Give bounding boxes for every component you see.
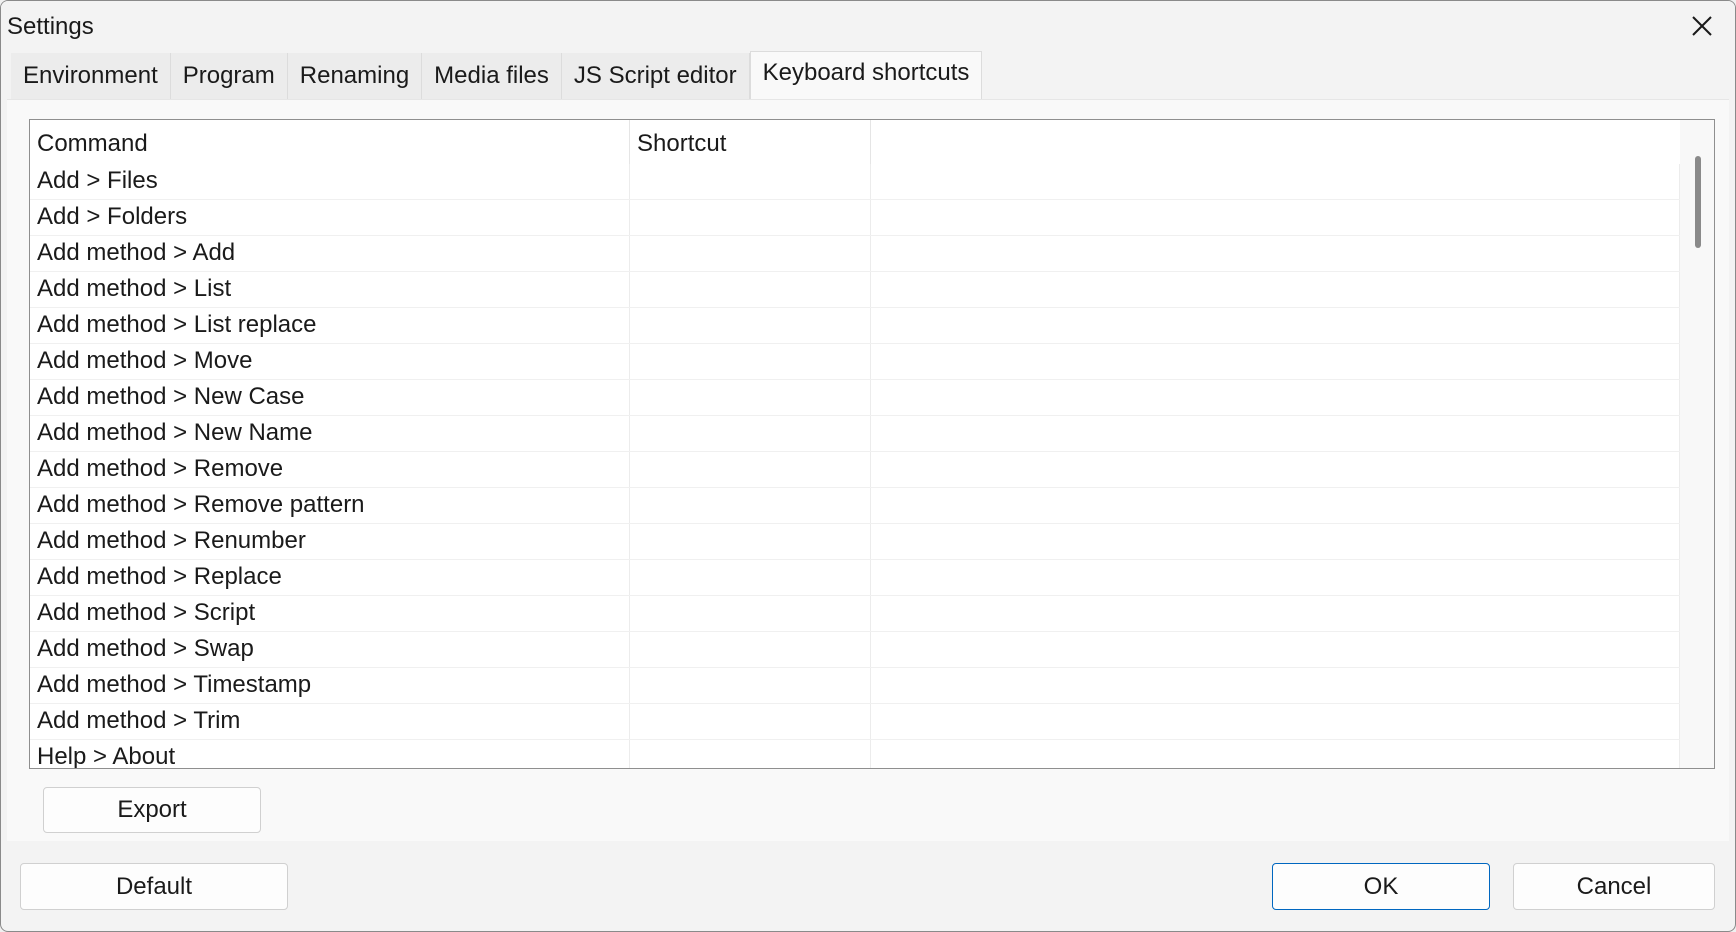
table-row[interactable]: Add method > Trim: [30, 704, 1680, 740]
vertical-scrollbar[interactable]: [1680, 120, 1714, 768]
empty-cell: [871, 200, 1680, 235]
empty-cell: [871, 488, 1680, 523]
table-row[interactable]: Add method > Remove: [30, 452, 1680, 488]
table-row[interactable]: Add method > Add: [30, 236, 1680, 272]
table-row[interactable]: Add method > Replace: [30, 560, 1680, 596]
table-row[interactable]: Add method > Script: [30, 596, 1680, 632]
shortcut-cell[interactable]: [630, 308, 871, 343]
table-row[interactable]: Help > About: [30, 740, 1680, 768]
shortcut-cell[interactable]: [630, 488, 871, 523]
ok-button[interactable]: OK: [1272, 863, 1490, 910]
empty-cell: [871, 164, 1680, 199]
table-row[interactable]: Add method > Swap: [30, 632, 1680, 668]
table-row[interactable]: Add > Files: [30, 164, 1680, 200]
title-bar: Settings: [1, 1, 1735, 51]
empty-cell: [871, 704, 1680, 739]
table-row[interactable]: Add method > List replace: [30, 308, 1680, 344]
empty-cell: [871, 452, 1680, 487]
shortcut-cell[interactable]: [630, 560, 871, 595]
shortcut-cell[interactable]: [630, 380, 871, 415]
tab-strip: Environment Program Renaming Media files…: [11, 51, 983, 99]
table-row[interactable]: Add method > New Name: [30, 416, 1680, 452]
shortcut-cell[interactable]: [630, 524, 871, 559]
column-header-shortcut[interactable]: Shortcut: [630, 120, 871, 164]
command-cell: Add > Files: [30, 164, 630, 199]
command-cell: Add > Folders: [30, 200, 630, 235]
shortcut-cell[interactable]: [630, 668, 871, 703]
empty-cell: [871, 740, 1680, 768]
empty-cell: [871, 380, 1680, 415]
command-cell: Add method > New Case: [30, 380, 630, 415]
empty-cell: [871, 632, 1680, 667]
shortcut-cell[interactable]: [630, 344, 871, 379]
command-cell: Add method > List replace: [30, 308, 630, 343]
tab-keyboard-shortcuts[interactable]: Keyboard shortcuts: [749, 51, 983, 99]
shortcut-cell[interactable]: [630, 596, 871, 631]
table-row[interactable]: Add method > Move: [30, 344, 1680, 380]
tab-media-files[interactable]: Media files: [422, 53, 562, 99]
column-header-row: Command Shortcut: [30, 120, 1680, 164]
empty-cell: [871, 344, 1680, 379]
table-rows: Add > Files Add > Folders Add method > Add…: [30, 164, 1680, 768]
table-row[interactable]: Add method > Remove pattern: [30, 488, 1680, 524]
window-title: Settings: [7, 13, 94, 40]
column-header-command[interactable]: Command: [30, 120, 630, 164]
scrollbar-thumb[interactable]: [1695, 156, 1701, 248]
empty-cell: [871, 308, 1680, 343]
column-header-empty: [871, 120, 1680, 164]
close-icon: [1692, 16, 1712, 36]
command-cell: Add method > Swap: [30, 632, 630, 667]
command-cell: Help > About: [30, 740, 630, 768]
table-row[interactable]: Add method > New Case: [30, 380, 1680, 416]
shortcut-cell[interactable]: [630, 236, 871, 271]
shortcut-cell[interactable]: [630, 272, 871, 307]
command-cell: Add method > Move: [30, 344, 630, 379]
table-row[interactable]: Add method > Renumber: [30, 524, 1680, 560]
table-row[interactable]: Add > Folders: [30, 200, 1680, 236]
command-cell: Add method > Timestamp: [30, 668, 630, 703]
shortcut-cell[interactable]: [630, 164, 871, 199]
empty-cell: [871, 524, 1680, 559]
shortcut-cell[interactable]: [630, 452, 871, 487]
empty-cell: [871, 272, 1680, 307]
empty-cell: [871, 668, 1680, 703]
command-cell: Add method > List: [30, 272, 630, 307]
tab-js-script-editor[interactable]: JS Script editor: [561, 53, 750, 99]
command-cell: Add method > Remove: [30, 452, 630, 487]
command-cell: Add method > Replace: [30, 560, 630, 595]
empty-cell: [871, 416, 1680, 451]
command-cell: Add method > Trim: [30, 704, 630, 739]
empty-cell: [871, 560, 1680, 595]
shortcuts-list[interactable]: Command Shortcut Add > Files Add > Folder…: [29, 119, 1715, 769]
command-cell: Add method > Add: [30, 236, 630, 271]
tab-program[interactable]: Program: [170, 53, 288, 99]
shortcut-cell[interactable]: [630, 416, 871, 451]
export-button[interactable]: Export: [43, 787, 261, 833]
command-cell: Add method > New Name: [30, 416, 630, 451]
tab-environment[interactable]: Environment: [11, 53, 171, 99]
shortcut-cell[interactable]: [630, 704, 871, 739]
settings-dialog: Settings Environment Program Renaming Me…: [0, 0, 1736, 932]
shortcut-cell[interactable]: [630, 740, 871, 768]
empty-cell: [871, 236, 1680, 271]
cancel-button[interactable]: Cancel: [1513, 863, 1715, 910]
shortcut-cell[interactable]: [630, 632, 871, 667]
empty-cell: [871, 596, 1680, 631]
shortcut-cell[interactable]: [630, 200, 871, 235]
table-row[interactable]: Add method > Timestamp: [30, 668, 1680, 704]
close-button[interactable]: [1677, 5, 1727, 47]
table-row[interactable]: Add method > List: [30, 272, 1680, 308]
command-cell: Add method > Script: [30, 596, 630, 631]
default-button[interactable]: Default: [20, 863, 288, 910]
tab-panel: Command Shortcut Add > Files Add > Folder…: [7, 99, 1729, 841]
command-cell: Add method > Remove pattern: [30, 488, 630, 523]
command-cell: Add method > Renumber: [30, 524, 630, 559]
tab-renaming[interactable]: Renaming: [287, 53, 423, 99]
